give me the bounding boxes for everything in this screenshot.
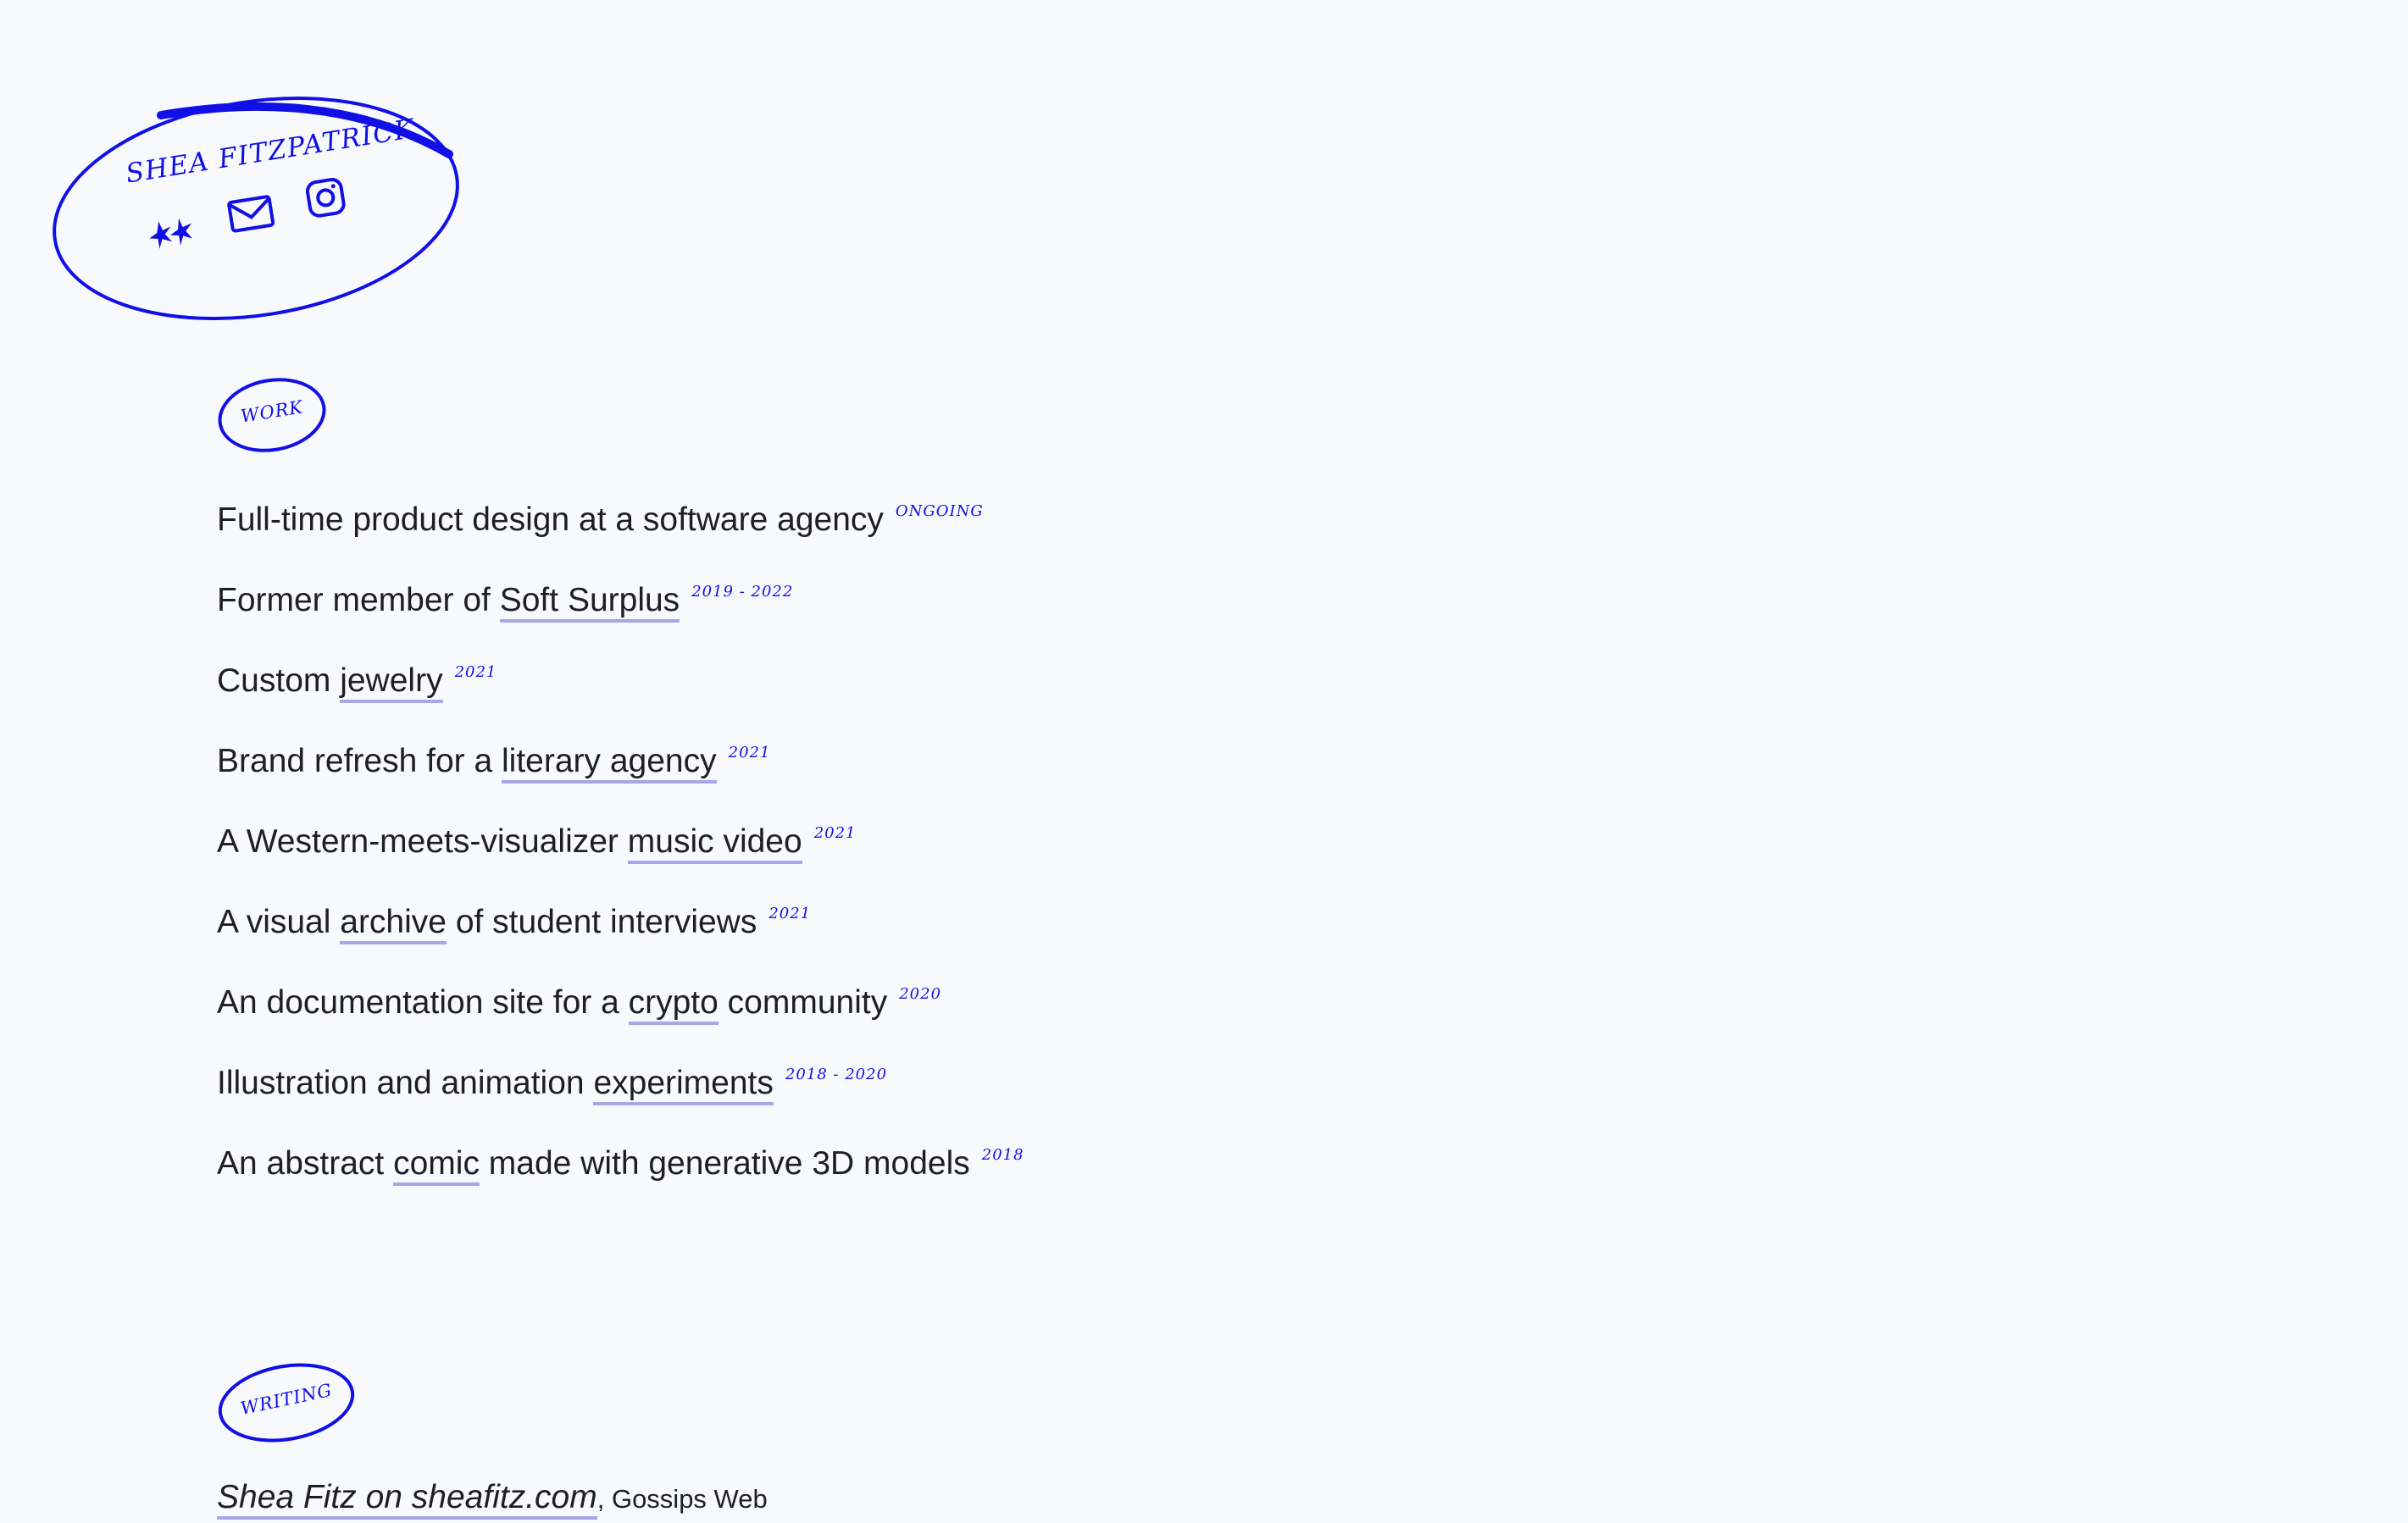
- work-item-year: 2021: [768, 905, 812, 922]
- work-item-year: 2018 - 2020: [785, 1066, 888, 1083]
- section-pill-work: WORK: [216, 376, 328, 454]
- work-item-text: of student interviews: [446, 904, 757, 940]
- work-item-text: Illustration and animation: [217, 1065, 594, 1101]
- work-item-text: An abstract: [217, 1145, 394, 1182]
- work-item-text: made with generative 3D models: [479, 1145, 970, 1182]
- work-item: Former member of Soft Surplus 2019 - 2022: [217, 573, 1573, 654]
- work-item: Full-time product design at a software a…: [217, 493, 1573, 573]
- work-item: Brand refresh for a literary agency 2021: [217, 734, 1573, 815]
- work-link-jewelry[interactable]: jewelry: [340, 662, 443, 703]
- work-item-text: Brand refresh for a: [217, 743, 502, 779]
- writing-publication: Gossips Web: [611, 1484, 768, 1514]
- work-item-text: community: [718, 984, 888, 1021]
- work-link-experiments[interactable]: experiments: [593, 1065, 774, 1105]
- writing-item: Shea Fitz on sheafitz.com, Gossips Web: [217, 1479, 768, 1520]
- work-link-music-video[interactable]: music video: [627, 823, 802, 864]
- work-item-year: 2020: [899, 985, 942, 1003]
- work-link-archive[interactable]: archive: [340, 904, 447, 944]
- section-pill-writing: WRITING: [216, 1362, 357, 1443]
- work-link-literary-agency[interactable]: literary agency: [502, 743, 717, 784]
- work-item-year: ONGOING: [895, 502, 984, 520]
- work-item-text: Custom: [217, 662, 341, 699]
- work-item: A visual archive of student interviews 20…: [217, 895, 1573, 976]
- writing-separator: ,: [596, 1484, 612, 1514]
- logo: SHEA FITZPATRICK: [51, 95, 466, 322]
- work-item-year: 2019 - 2022: [691, 583, 794, 601]
- work-item-text: A visual: [217, 904, 341, 940]
- work-link-comic[interactable]: comic: [393, 1145, 480, 1186]
- work-item-year: 2021: [728, 744, 771, 762]
- work-item-text: An documentation site for a: [217, 984, 629, 1021]
- work-item: An abstract comic made with generative 3…: [217, 1137, 1573, 1217]
- work-list: Full-time product design at a software a…: [217, 493, 1573, 1217]
- work-item: A Western-meets-visualizer music video 20…: [217, 815, 1573, 895]
- writing-link[interactable]: Shea Fitz on sheafitz.com: [217, 1479, 597, 1520]
- work-link-crypto[interactable]: crypto: [628, 984, 719, 1025]
- work-item: An documentation site for a crypto commu…: [217, 976, 1573, 1056]
- work-item: Custom jewelry 2021: [217, 654, 1573, 734]
- work-item-text: Former member of: [217, 582, 500, 618]
- work-item-year: 2018: [981, 1146, 1024, 1164]
- work-link-soft-surplus[interactable]: Soft Surplus: [499, 582, 680, 623]
- work-item-year: 2021: [813, 824, 857, 842]
- work-item-text: Full-time product design at a software a…: [217, 501, 884, 538]
- work-item: Illustration and animation experiments 20…: [217, 1056, 1573, 1137]
- work-item-text: A Western-meets-visualizer: [217, 823, 628, 860]
- work-item-year: 2021: [454, 663, 497, 681]
